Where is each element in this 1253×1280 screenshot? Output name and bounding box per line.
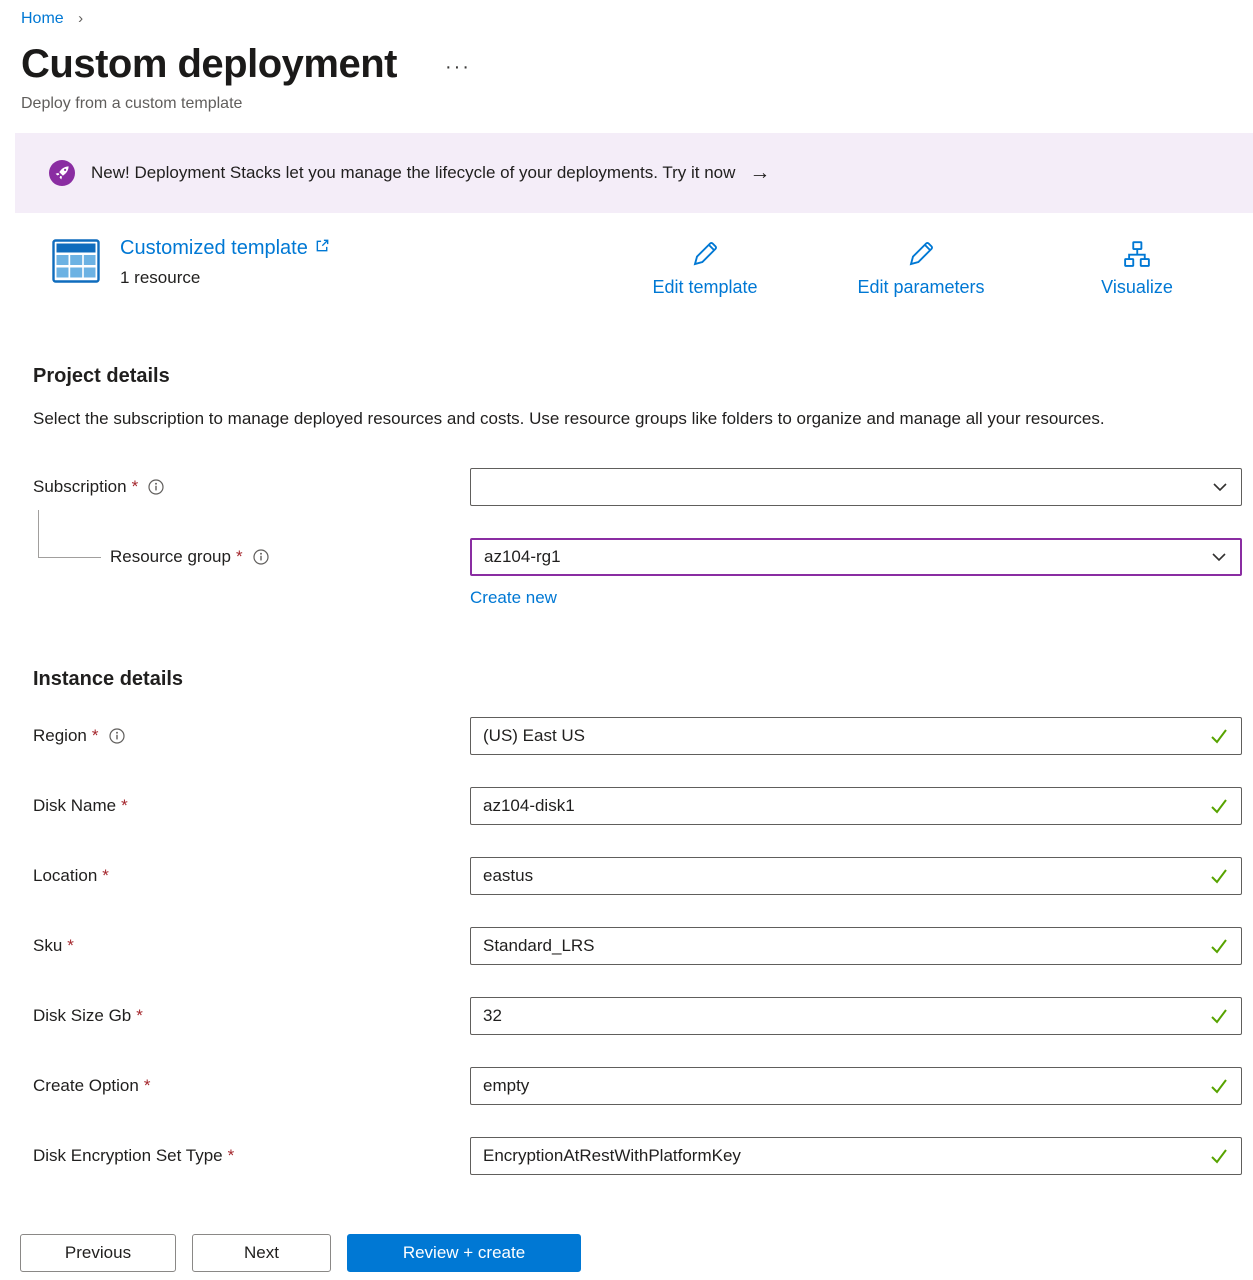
sku-value: Standard_LRS: [483, 936, 1209, 956]
project-details-description: Select the subscription to manage deploy…: [33, 406, 1183, 432]
chevron-down-icon: [1210, 548, 1228, 566]
required-asterisk: *: [67, 936, 74, 956]
template-resource-count: 1 resource: [120, 268, 330, 288]
template-card: Customized template 1 resource Edit temp…: [52, 237, 1201, 301]
disk-name-value: az104-disk1: [483, 796, 1209, 816]
edit-parameters-button[interactable]: Edit parameters: [841, 239, 1001, 298]
create-option-field-row: Create Option * empty: [33, 1067, 1253, 1105]
required-asterisk: *: [102, 866, 109, 886]
region-input[interactable]: (US) East US: [470, 717, 1242, 755]
project-details-heading: Project details: [33, 365, 1253, 388]
valid-check-icon: [1209, 1006, 1229, 1026]
previous-button[interactable]: Previous: [20, 1234, 176, 1272]
rocket-icon: [48, 159, 76, 187]
disk-size-field-row: Disk Size Gb * 32: [33, 997, 1253, 1035]
valid-check-icon: [1209, 1076, 1229, 1096]
edit-template-label: Edit template: [652, 277, 757, 298]
breadcrumb-home-link[interactable]: Home: [21, 10, 64, 27]
resource-group-label: Resource group: [110, 547, 231, 567]
info-icon[interactable]: [109, 728, 125, 744]
template-actions: Edit template Edit parameters Visualize: [625, 239, 1217, 298]
location-label: Location: [33, 866, 97, 886]
region-field-row: Region * (US) East US: [33, 717, 1253, 755]
more-options-button[interactable]: ···: [445, 56, 471, 79]
location-field-row: Location * eastus: [33, 857, 1253, 895]
required-asterisk: *: [236, 547, 243, 567]
resource-group-dropdown[interactable]: az104-rg1: [470, 538, 1242, 576]
info-icon[interactable]: [148, 479, 164, 495]
deployment-stacks-banner[interactable]: New! Deployment Stacks let you manage th…: [15, 133, 1253, 213]
external-link-icon: [315, 238, 330, 253]
chevron-down-icon: [1211, 478, 1229, 496]
required-asterisk: *: [121, 796, 128, 816]
page-subtitle: Deploy from a custom template: [0, 95, 1253, 113]
subscription-dropdown[interactable]: [470, 468, 1242, 506]
sku-field-row: Sku * Standard_LRS: [33, 927, 1253, 965]
review-create-button[interactable]: Review + create: [347, 1234, 581, 1272]
template-icon: [52, 239, 100, 283]
resource-group-value: az104-rg1: [484, 547, 1210, 567]
pencil-icon: [690, 239, 720, 269]
arrow-right-icon[interactable]: →: [749, 161, 770, 185]
subscription-label: Subscription: [33, 477, 127, 497]
customized-template-link[interactable]: Customized template: [120, 237, 308, 260]
template-meta: Customized template 1 resource: [120, 237, 330, 288]
location-value: eastus: [483, 866, 1209, 886]
required-asterisk: *: [144, 1076, 151, 1096]
create-option-label: Create Option: [33, 1076, 139, 1096]
disk-size-label: Disk Size Gb: [33, 1006, 131, 1026]
disk-name-field-row: Disk Name * az104-disk1: [33, 787, 1253, 825]
valid-check-icon: [1209, 936, 1229, 956]
required-asterisk: *: [132, 477, 139, 497]
sku-input[interactable]: Standard_LRS: [470, 927, 1242, 965]
required-asterisk: *: [228, 1146, 235, 1166]
visualize-label: Visualize: [1101, 277, 1173, 298]
title-row: Custom deployment ···: [0, 42, 1253, 87]
disk-size-input[interactable]: 32: [470, 997, 1242, 1035]
disk-name-input[interactable]: az104-disk1: [470, 787, 1242, 825]
visualize-button[interactable]: Visualize: [1057, 239, 1217, 298]
disk-encryption-set-type-value: EncryptionAtRestWithPlatformKey: [483, 1146, 1209, 1166]
location-input[interactable]: eastus: [470, 857, 1242, 895]
footer-action-bar: Previous Next Review + create: [0, 1208, 1253, 1280]
edit-template-button[interactable]: Edit template: [625, 239, 785, 298]
required-asterisk: *: [92, 726, 99, 746]
breadcrumb: Home ›: [0, 0, 1253, 28]
breadcrumb-separator-icon: ›: [78, 10, 83, 27]
disk-name-label: Disk Name: [33, 796, 116, 816]
disk-size-value: 32: [483, 1006, 1209, 1026]
sku-label: Sku: [33, 936, 62, 956]
region-label: Region: [33, 726, 87, 746]
resource-group-field-row: Resource group * az104-rg1: [33, 538, 1253, 576]
create-new-link[interactable]: Create new: [470, 588, 557, 608]
custom-deployment-page: Home › Custom deployment ··· Deploy from…: [0, 0, 1253, 1175]
valid-check-icon: [1209, 866, 1229, 886]
pencil-icon: [906, 239, 936, 269]
page-title: Custom deployment: [21, 42, 397, 87]
valid-check-icon: [1209, 1146, 1229, 1166]
info-icon[interactable]: [253, 549, 269, 565]
create-option-input[interactable]: empty: [470, 1067, 1242, 1105]
region-value: (US) East US: [483, 726, 1209, 746]
instance-details-heading: Instance details: [33, 668, 1253, 691]
valid-check-icon: [1209, 726, 1229, 746]
banner-message: New! Deployment Stacks let you manage th…: [91, 163, 735, 183]
valid-check-icon: [1209, 796, 1229, 816]
hierarchy-icon: [1122, 239, 1152, 269]
create-option-value: empty: [483, 1076, 1209, 1096]
disk-encryption-set-type-input[interactable]: EncryptionAtRestWithPlatformKey: [470, 1137, 1242, 1175]
disk-encryption-set-type-field-row: Disk Encryption Set Type * EncryptionAtR…: [33, 1137, 1253, 1175]
edit-parameters-label: Edit parameters: [857, 277, 984, 298]
required-asterisk: *: [136, 1006, 143, 1026]
disk-encryption-set-type-label: Disk Encryption Set Type: [33, 1146, 223, 1166]
subscription-field-row: Subscription *: [33, 468, 1253, 506]
next-button[interactable]: Next: [192, 1234, 331, 1272]
